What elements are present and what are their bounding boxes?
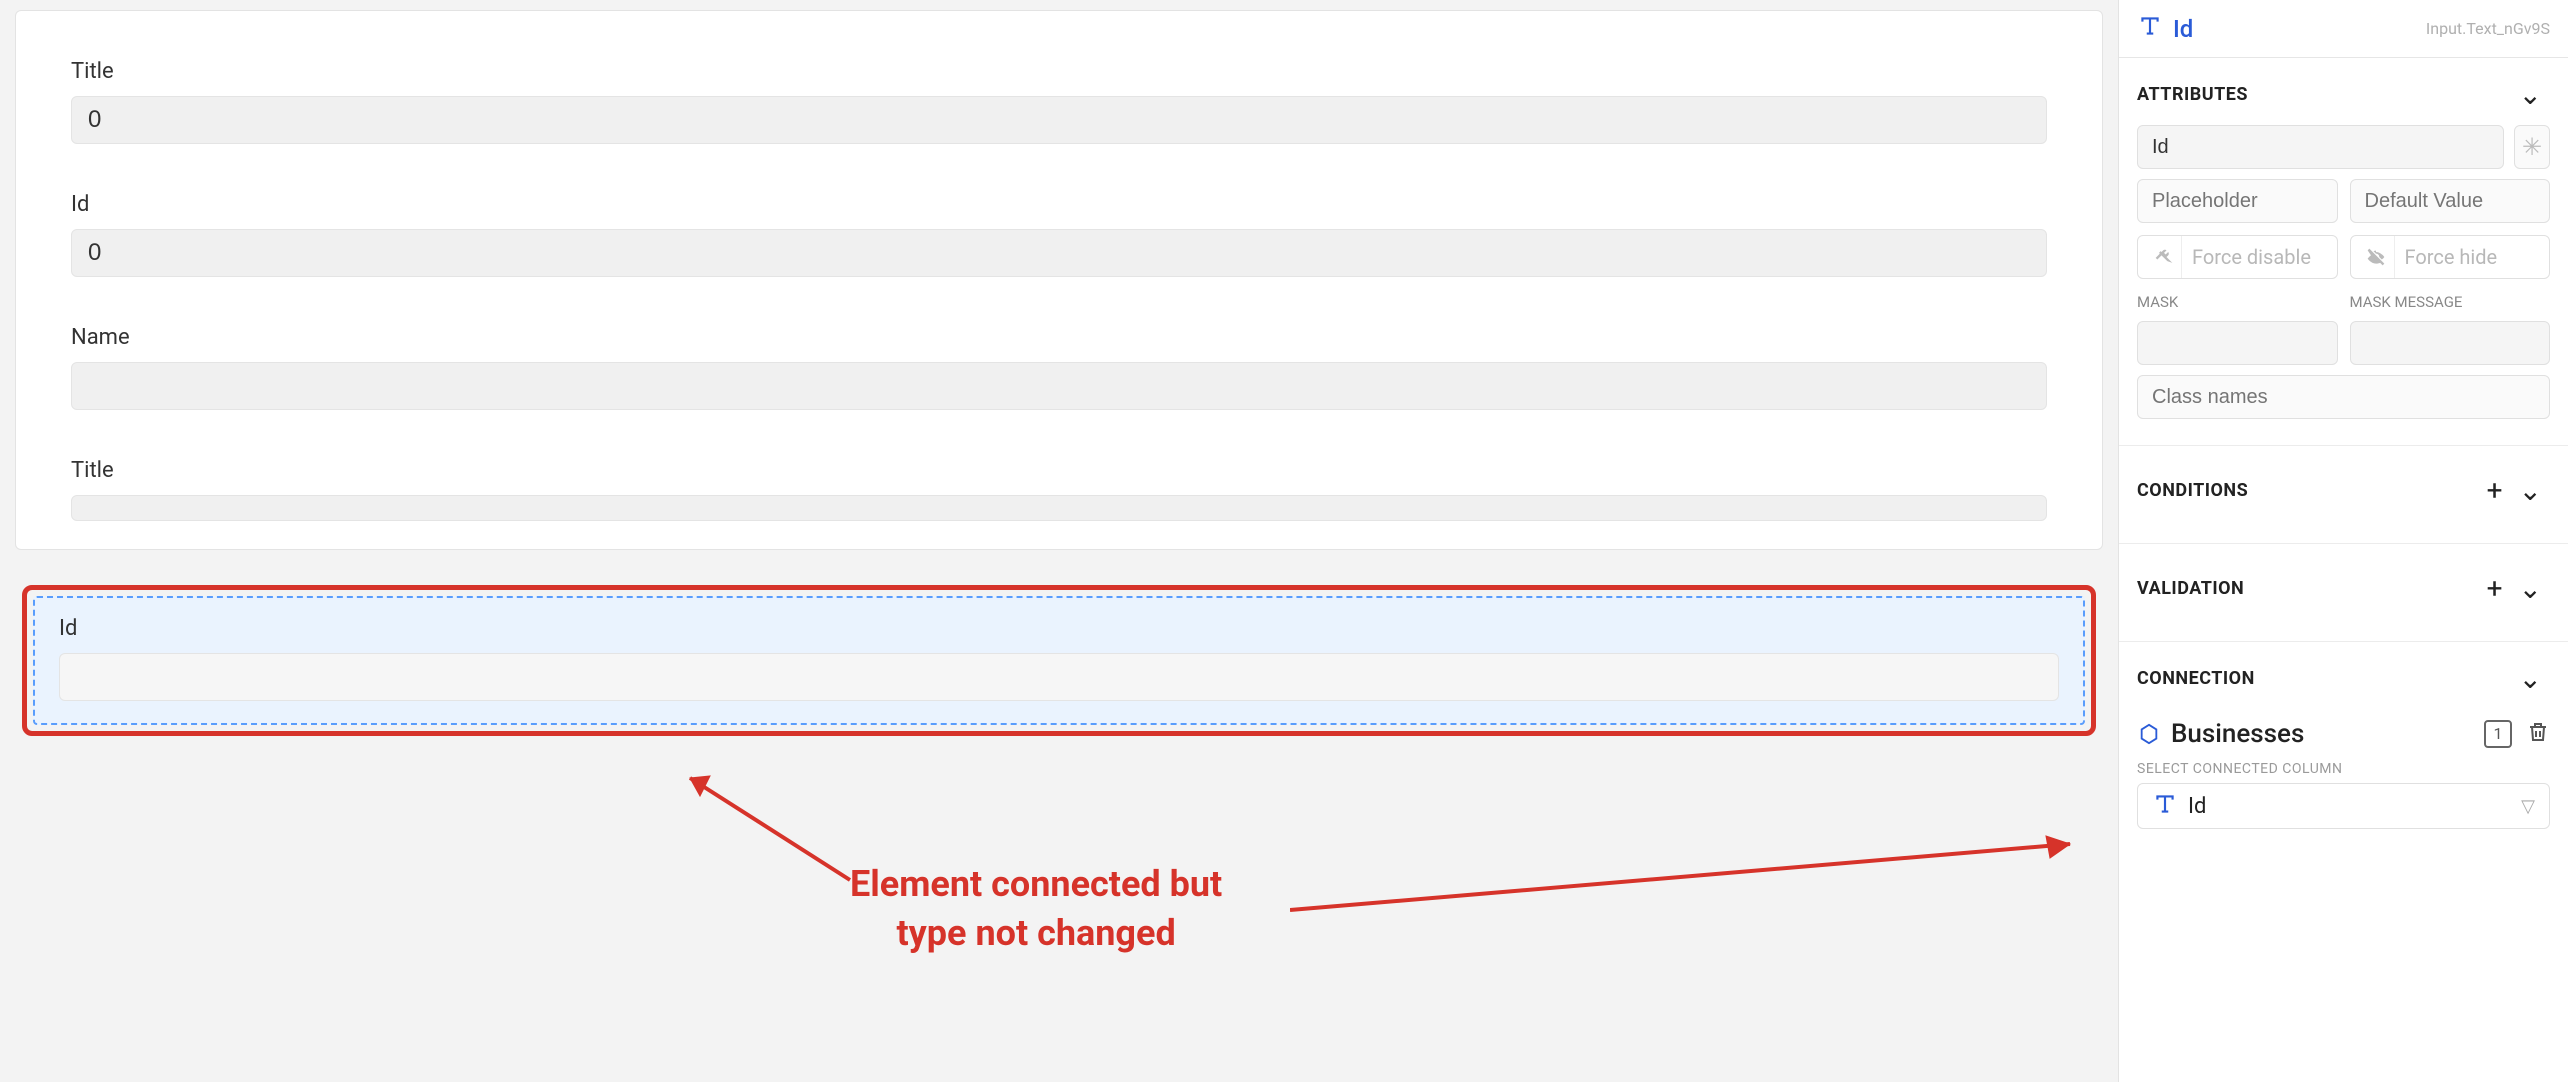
plus-icon[interactable]: + (2479, 572, 2511, 605)
class-names-input[interactable] (2137, 375, 2550, 419)
toggle-label: Force hide (2405, 245, 2498, 269)
section-conditions-header[interactable]: CONDITIONS + ⌄ (2119, 446, 2568, 535)
hexagon-icon (2137, 722, 2161, 746)
title-input-1[interactable] (71, 96, 2047, 144)
inspector-panel: Id Input.Text_nGv9S ATTRIBUTES ⌄ ✳ (2118, 0, 2568, 1082)
canvas-area: Title Id Name Title Id (0, 0, 2118, 1082)
connection-entity-row[interactable]: Businesses 1 (2119, 709, 2568, 755)
field-label: Name (71, 325, 2047, 350)
force-hide-toggle[interactable]: Force hide (2350, 235, 2551, 279)
connected-column-select[interactable]: Id ▽ (2137, 783, 2550, 829)
form-field-title-1: Title (71, 59, 2047, 144)
panel-header: Id Input.Text_nGv9S (2119, 0, 2568, 58)
trash-icon[interactable] (2526, 720, 2550, 749)
element-id: Input.Text_nGv9S (2426, 19, 2550, 38)
section-title: ATTRIBUTES (2137, 84, 2248, 105)
form-field-name: Name (71, 325, 2047, 410)
field-label: Id (71, 192, 2047, 217)
connection-entity-name: Businesses (2171, 719, 2304, 749)
default-value-input[interactable] (2350, 179, 2551, 223)
select-column-label: SELECT CONNECTED COLUMN (2119, 755, 2568, 783)
selected-column-value: Id (2188, 794, 2206, 819)
mask-message-input[interactable] (2350, 321, 2551, 365)
id-input-selected[interactable] (59, 653, 2059, 701)
section-attributes-header[interactable]: ATTRIBUTES ⌄ (2119, 58, 2568, 125)
chevron-down-icon: ⌄ (2511, 474, 2550, 507)
attribute-label-input[interactable] (2137, 125, 2504, 169)
section-title: VALIDATION (2137, 578, 2244, 599)
placeholder-input[interactable] (2137, 179, 2338, 223)
annotation-line: Element connected but (850, 863, 1222, 905)
section-connection-header[interactable]: CONNECTION ⌄ (2119, 642, 2568, 709)
form-field-title-2: Title (71, 458, 2047, 521)
mask-input[interactable] (2137, 321, 2338, 365)
name-input[interactable] (71, 362, 2047, 410)
index-badge[interactable]: 1 (2484, 720, 2512, 748)
title-input-2[interactable] (71, 495, 2047, 521)
annotation-arrow-right (1290, 830, 2090, 930)
section-validation-header[interactable]: VALIDATION + ⌄ (2119, 544, 2568, 633)
force-disable-toggle[interactable]: Force disable (2137, 235, 2338, 279)
text-type-icon (2152, 791, 2178, 822)
form-card: Title Id Name Title (15, 10, 2103, 550)
mask-label: MASK (2137, 293, 2338, 311)
toggle-label: Force disable (2192, 245, 2311, 269)
chevron-down-icon: ⌄ (2511, 662, 2550, 695)
field-label: Title (71, 59, 2047, 84)
chevron-down-icon: ⌄ (2511, 78, 2550, 111)
annotation-arrow-left (670, 760, 870, 890)
selected-field-id[interactable]: Id (33, 596, 2085, 725)
section-title: CONNECTION (2137, 668, 2255, 689)
annotation-text: Element connected but type not changed (850, 860, 1222, 957)
section-title: CONDITIONS (2137, 480, 2248, 501)
mask-message-label: MASK MESSAGE (2350, 293, 2551, 311)
eye-off-icon (2359, 236, 2395, 278)
required-toggle-icon[interactable]: ✳ (2514, 125, 2550, 169)
form-field-id-1: Id (71, 192, 2047, 277)
chevron-down-icon: ⌄ (2511, 572, 2550, 605)
dropdown-icon: ▽ (2521, 796, 2535, 817)
plus-icon[interactable]: + (2479, 474, 2511, 507)
selected-element-highlight: Id (22, 585, 2096, 736)
section-attributes-body: ✳ Force disable Force hide (2119, 125, 2568, 437)
text-type-icon (2137, 13, 2163, 44)
field-label: Id (59, 616, 2059, 641)
panel-title: Id (2173, 15, 2193, 43)
tools-icon (2146, 236, 2182, 278)
id-input-1[interactable] (71, 229, 2047, 277)
annotation-line: type not changed (897, 912, 1176, 954)
field-label: Title (71, 458, 2047, 483)
